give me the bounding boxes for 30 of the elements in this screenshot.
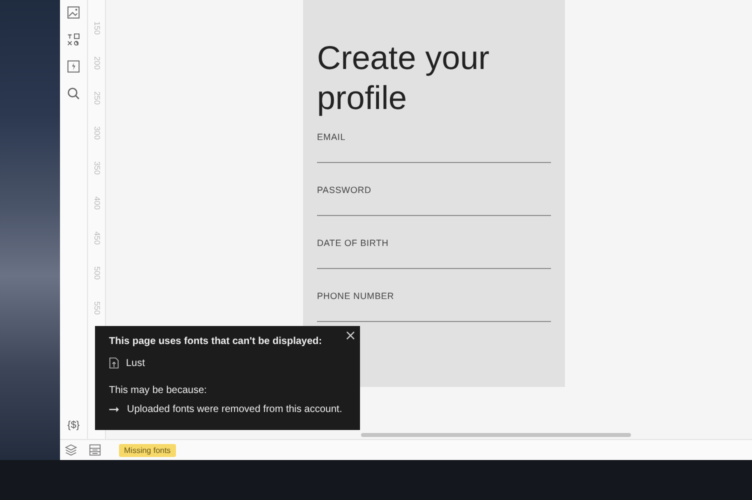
missing-fonts-badge[interactable]: Missing fonts: [119, 444, 176, 456]
components-icon[interactable]: [67, 33, 80, 46]
variables-button[interactable]: {$}: [67, 420, 80, 431]
popup-heading: This page uses fonts that can't be displayed:: [109, 336, 323, 347]
reason-heading: This may be because:: [109, 385, 208, 396]
list-icon[interactable]: [89, 444, 101, 456]
ruler-label: 550: [92, 301, 102, 315]
reason-text: Uploaded fonts were removed from this account.: [127, 404, 342, 415]
ruler-label: 250: [92, 91, 102, 105]
ruler-label: 450: [92, 231, 102, 245]
ruler-label: 350: [92, 161, 102, 175]
form-title: Create your profile: [317, 38, 490, 118]
font-name: Lust: [126, 358, 145, 368]
ruler-label: 150: [92, 21, 102, 35]
scrollbar[interactable]: [361, 433, 631, 437]
image-icon[interactable]: [67, 6, 80, 19]
search-icon[interactable]: [67, 87, 80, 100]
field-label: PHONE NUMBER: [317, 291, 396, 301]
ruler-label: 300: [92, 126, 102, 140]
ruler-label: 500: [92, 266, 102, 280]
file-upload-icon: [109, 357, 119, 369]
ruler-label: 200: [92, 56, 102, 70]
bolt-icon[interactable]: [67, 60, 80, 73]
ruler-label: 400: [92, 196, 102, 210]
field-label: DATE OF BIRTH: [317, 238, 390, 248]
layers-icon[interactable]: [65, 444, 77, 456]
field-label: PASSWORD: [317, 185, 372, 195]
field-label: EMAIL: [317, 132, 347, 142]
arrow-icon: [109, 406, 120, 413]
close-icon[interactable]: [346, 331, 355, 340]
